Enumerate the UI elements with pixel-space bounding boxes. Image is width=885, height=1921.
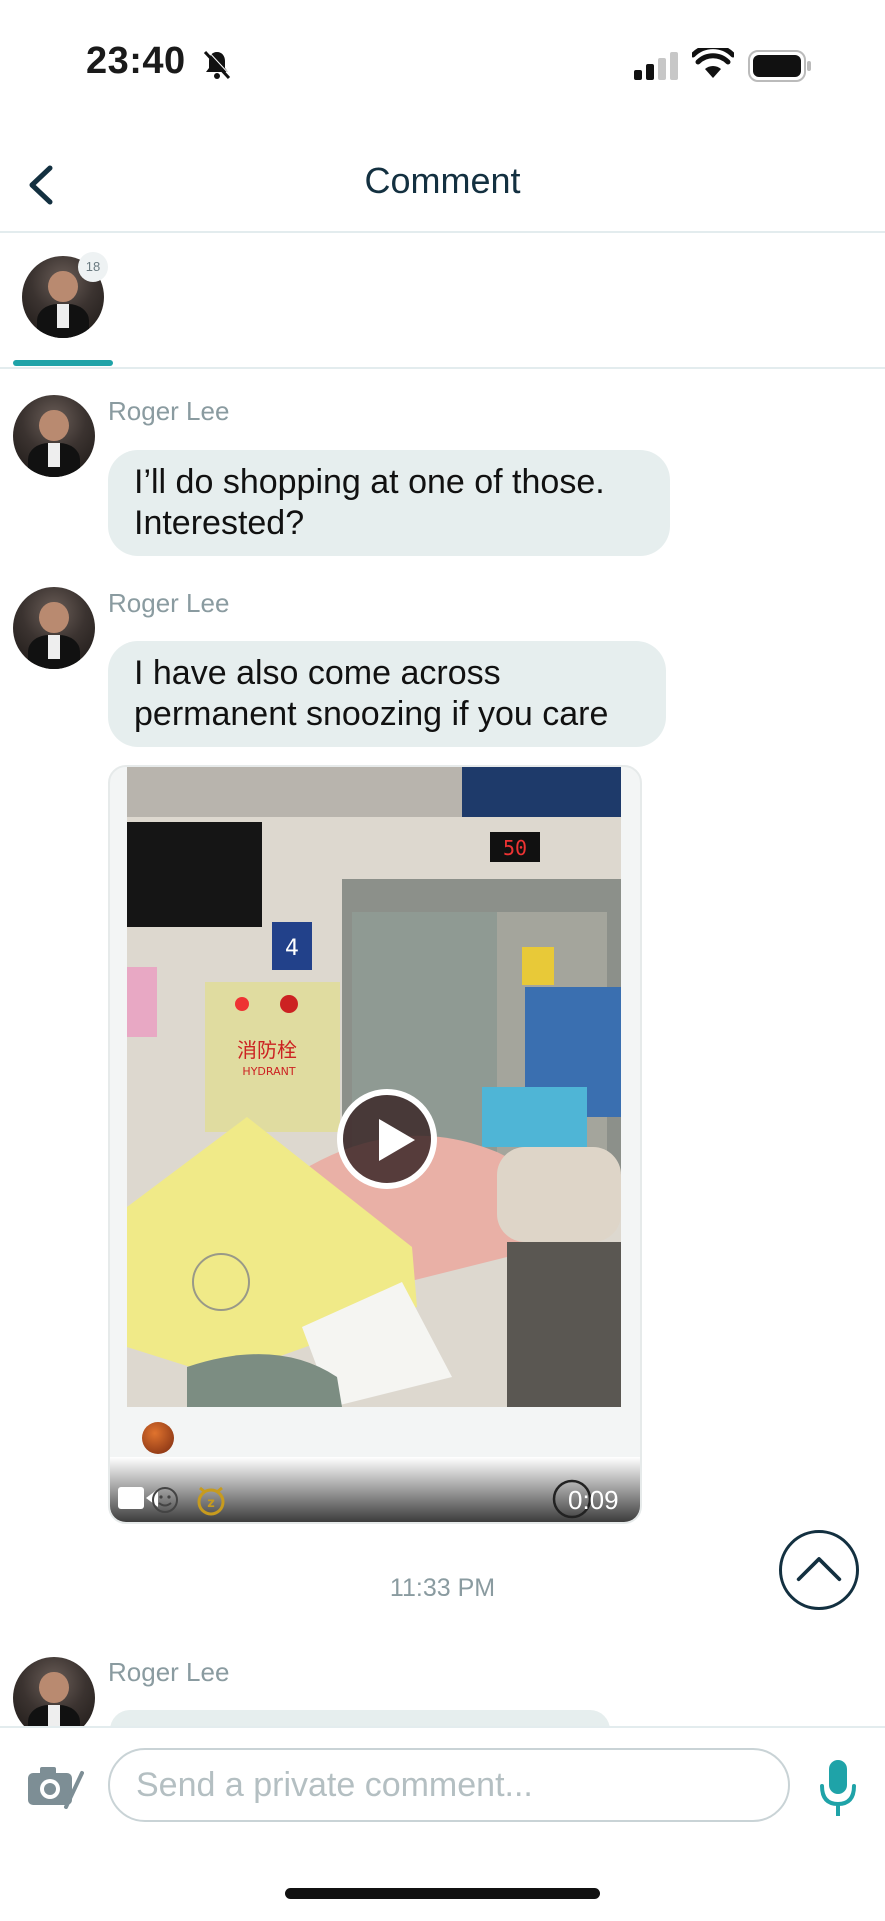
hydrant-sign: 消防栓 [237,1038,297,1062]
header-divider [0,231,885,233]
wifi-icon [692,48,734,78]
svg-text:z: z [207,1496,215,1511]
viewer-avatar [142,1422,174,1454]
sender-avatar[interactable] [13,587,95,669]
scroll-to-top-button[interactable] [779,1530,859,1610]
tabs-divider [0,367,885,369]
hospital-scene-illustration: 50 4 消防栓 HYDRANT [127,767,621,1407]
hydrant-sign-sub: HYDRANT [242,1065,295,1078]
page-title: Comment [364,160,521,201]
bell-muted-icon [203,49,232,80]
video-duration: 0:09 [568,1485,619,1515]
battery-icon [748,50,811,82]
sender-name: Roger Lee [108,588,230,618]
unread-count-badge: 18 [78,252,108,282]
message-bubble[interactable]: I have also come across permanent snoozi… [108,641,666,747]
message-timestamp: 11:33 PM [389,1574,496,1602]
room-number: 4 [285,936,299,961]
tab-active-indicator [13,360,113,366]
snooze-alarm-icon[interactable]: z [194,1483,228,1517]
message-bubble[interactable]: I’ll do shopping at one of those. Intere… [108,450,670,556]
sender-name: Roger Lee [108,1657,230,1687]
emoji-icon[interactable] [150,1485,180,1515]
floor-display: 50 [503,836,527,860]
cellular-signal-icon [634,52,678,80]
home-indicator [285,1888,600,1899]
video-message-card[interactable]: 50 4 消防栓 HYDRANT z 0:09 [108,765,642,1524]
sender-avatar[interactable] [13,395,95,477]
status-time: 23:40 [86,40,186,82]
play-button[interactable] [337,1089,437,1189]
sender-name: Roger Lee [108,396,230,426]
camera-icon[interactable] [26,1763,84,1809]
microphone-icon[interactable] [818,1758,858,1820]
video-thumbnail: 50 4 消防栓 HYDRANT [127,767,621,1407]
private-comment-input[interactable] [108,1748,790,1822]
